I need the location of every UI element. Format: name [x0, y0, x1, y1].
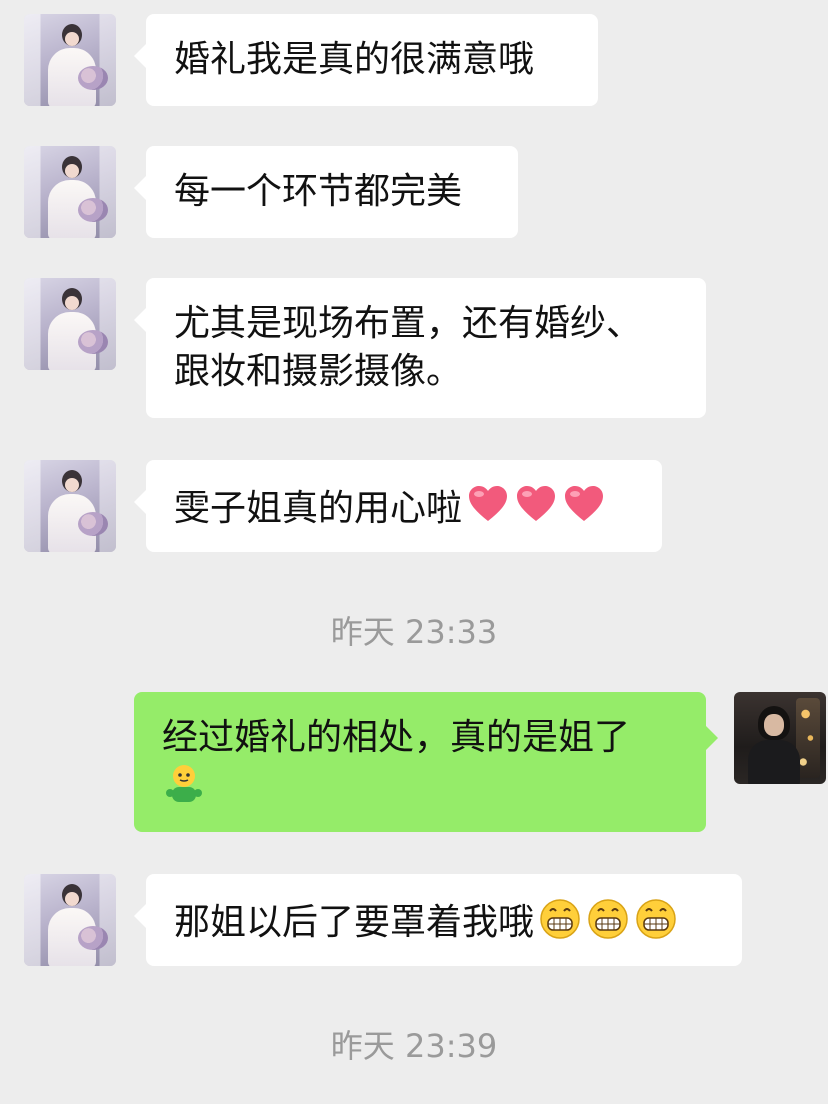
timestamp: 昨天 23:39: [330, 1027, 498, 1065]
heart-icon: [565, 486, 604, 521]
contact-avatar[interactable]: [24, 874, 116, 966]
message-bubble[interactable]: 那姐以后了要罩着我哦: [134, 874, 742, 966]
emoji-line: [162, 762, 678, 813]
message-bubble[interactable]: 每一个环节都完美: [134, 146, 518, 238]
message-bubble[interactable]: 婚礼我是真的很满意哦: [134, 14, 598, 106]
message-text: 雯子姐真的用心啦: [174, 488, 463, 529]
grin-emoji-icon: [636, 899, 676, 939]
message-bubble-outgoing[interactable]: 经过婚礼的相处，真的是姐了: [134, 692, 718, 832]
contact-avatar[interactable]: [24, 278, 116, 370]
message-text: 婚礼我是真的很满意哦: [174, 39, 535, 80]
message-bubble[interactable]: 尤其是现场布置，还有婚纱、 跟妆和摄影摄像。: [134, 278, 706, 418]
contact-avatar[interactable]: [24, 460, 116, 552]
grin-emoji-icon: [588, 899, 628, 939]
timestamp: 昨天 23:33: [330, 613, 498, 651]
heart-icon: [517, 486, 556, 521]
message-text: 那姐以后了要罩着我哦: [174, 902, 535, 943]
message-text-line-2: 跟妆和摄影摄像。: [174, 351, 463, 392]
contact-avatar[interactable]: [24, 146, 116, 238]
grin-emoji-icon: [540, 899, 580, 939]
heart-icon: [469, 486, 508, 521]
doll-emoji-icon: [166, 765, 202, 802]
message-text: 每一个环节都完美: [174, 171, 463, 212]
contact-avatar[interactable]: [24, 14, 116, 106]
message-text: 经过婚礼的相处，真的是姐了: [162, 717, 631, 758]
message-bubble[interactable]: 雯子姐真的用心啦: [134, 460, 662, 552]
message-text-line-1: 尤其是现场布置，还有婚纱、: [174, 303, 643, 344]
my-avatar[interactable]: [734, 692, 826, 784]
